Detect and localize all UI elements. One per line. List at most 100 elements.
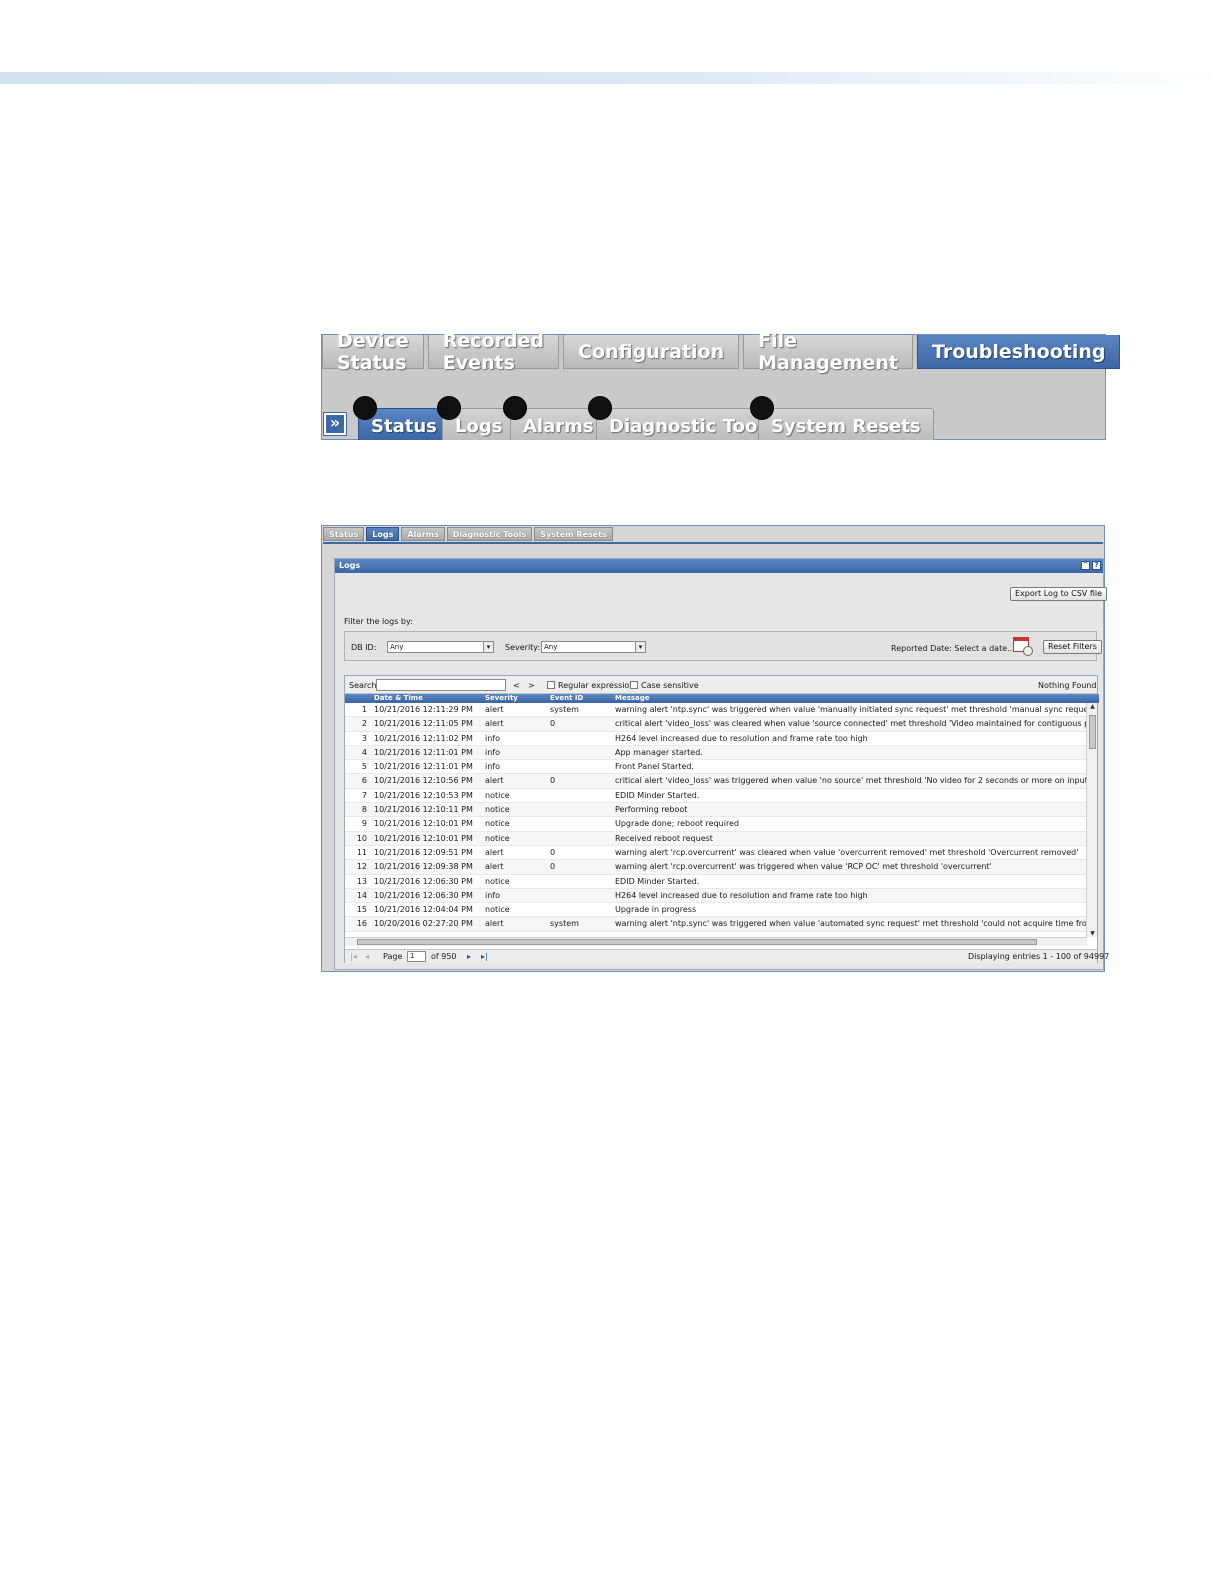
last-page-icon[interactable]: ▸| — [481, 952, 488, 961]
page-number-input[interactable]: 1 — [407, 951, 426, 962]
table-row[interactable]: 4 10/21/2016 12:11:01 PM info App manager s… — [345, 745, 1087, 761]
calendar-icon[interactable] — [1013, 637, 1033, 656]
expand-icon[interactable]: » — [323, 412, 347, 436]
row-message: critical alert 'video_loss' was cleared … — [615, 719, 1087, 729]
row-date-time: 10/21/2016 12:10:11 PM — [374, 805, 473, 815]
search-prev-button[interactable]: < — [513, 681, 520, 690]
reported-date-label[interactable]: Reported Date: Select a date... — [891, 644, 1015, 653]
table-row[interactable]: 3 10/21/2016 12:11:02 PM info H264 level in… — [345, 732, 1087, 746]
row-severity: alert — [485, 919, 504, 929]
tab-system-resets[interactable]: System Resets — [534, 527, 613, 541]
tab-diagnostic-tools[interactable]: Diagnostic Tools — [446, 527, 533, 541]
row-message: H264 level increased due to resolution a… — [615, 890, 868, 900]
row-message: H264 level increased due to resolution a… — [615, 733, 868, 743]
row-severity: info — [485, 747, 501, 757]
tab-troubleshooting[interactable]: Troubleshooting — [916, 335, 1121, 369]
table-row[interactable]: 13 10/21/2016 12:06:30 PM notice EDID Minde… — [345, 875, 1087, 889]
tab-device-status[interactable]: Device Status — [322, 330, 424, 374]
row-event-id: 0 — [550, 862, 556, 872]
tab-file-management[interactable]: File Management — [743, 330, 913, 374]
row-severity: alert — [485, 776, 504, 786]
row-event-id: system — [550, 705, 579, 714]
row-date-time: 10/21/2016 12:04:04 PM — [374, 905, 473, 915]
table-row[interactable]: 15 10/21/2016 12:04:04 PM notice Upgrade in… — [345, 903, 1087, 918]
col-date-time[interactable]: Date & Time — [374, 694, 423, 703]
logs-grid: Search < > Regular expression Case sensi… — [344, 675, 1109, 963]
table-row[interactable]: 16 10/20/2016 02:27:20 PM alert system warni… — [345, 917, 1087, 932]
panel-header: Logs ^ ? — [335, 559, 1103, 573]
case-sensitive-label: Case sensitive — [641, 681, 699, 690]
col-message[interactable]: Message — [615, 694, 650, 703]
page-label: Page — [383, 952, 403, 961]
table-row[interactable]: 11 10/21/2016 12:09:51 PM alert 0 warning al… — [345, 846, 1087, 861]
chevron-down-icon: ▾ — [635, 642, 645, 652]
callout-marker — [437, 396, 461, 420]
db-id-select[interactable]: Any ▾ — [387, 641, 494, 653]
search-next-button[interactable]: > — [528, 681, 535, 690]
row-message: Performing reboot — [615, 805, 688, 815]
row-number: 12 — [356, 862, 367, 872]
row-event-id: system — [550, 919, 579, 929]
callout-marker — [503, 396, 527, 420]
table-row[interactable]: 6 10/21/2016 12:10:56 PM alert 0 critical al… — [345, 774, 1087, 789]
prev-page-icon[interactable]: ◂ — [365, 952, 369, 961]
help-icon[interactable]: ? — [1092, 561, 1101, 570]
db-id-label: DB ID: — [351, 643, 377, 652]
case-sensitive-checkbox[interactable] — [630, 681, 638, 689]
row-severity: alert — [485, 862, 504, 872]
row-message: App manager started. — [615, 747, 703, 757]
row-date-time: 10/20/2016 02:27:20 PM — [374, 919, 473, 929]
severity-select[interactable]: Any ▾ — [541, 641, 646, 653]
export-csv-button[interactable]: Export Log to CSV file — [1010, 587, 1107, 601]
table-row[interactable]: 5 10/21/2016 12:11:01 PM info Front Panel S… — [345, 760, 1087, 775]
row-date-time: 10/21/2016 12:11:02 PM — [374, 733, 473, 743]
horizontal-scrollbar[interactable] — [345, 937, 1087, 946]
row-number: 13 — [356, 876, 367, 886]
top-header-rule — [0, 72, 1224, 84]
scroll-thumb[interactable] — [357, 939, 1037, 945]
row-message: warning alert 'ntp.sync' was triggered w… — [615, 705, 1087, 714]
tab-logs[interactable]: Logs — [366, 527, 400, 541]
row-date-time: 10/21/2016 12:06:30 PM — [374, 890, 473, 900]
severity-value: Any — [544, 643, 558, 651]
table-row[interactable]: 8 10/21/2016 12:10:11 PM notice Performing … — [345, 803, 1087, 818]
row-date-time: 10/21/2016 12:10:53 PM — [374, 790, 473, 800]
row-severity: alert — [485, 705, 504, 714]
col-severity[interactable]: Severity — [485, 694, 518, 703]
scroll-down-icon[interactable]: ▼ — [1087, 930, 1098, 937]
subtab-system-resets[interactable]: System Resets — [758, 408, 934, 440]
scroll-up-icon[interactable]: ▲ — [1087, 703, 1098, 710]
row-severity: notice — [485, 790, 510, 800]
tab-alarms[interactable]: Alarms — [401, 527, 445, 541]
table-row[interactable]: 2 10/21/2016 12:11:05 PM alert 0 critical al… — [345, 717, 1087, 732]
main-tabs: Device Status Recorded Events Configurat… — [322, 330, 1124, 374]
table-row[interactable]: 7 10/21/2016 12:10:53 PM notice EDID Minder… — [345, 789, 1087, 804]
reset-filters-button[interactable]: Reset Filters — [1043, 640, 1102, 654]
row-message: EDID Minder Started. — [615, 876, 700, 886]
tab-configuration[interactable]: Configuration — [563, 335, 740, 369]
table-row[interactable]: 10 10/21/2016 12:10:01 PM notice Received r… — [345, 831, 1087, 846]
table-row[interactable]: 12 10/21/2016 12:09:38 PM alert 0 warning al… — [345, 860, 1087, 875]
first-page-icon[interactable]: |◂ — [350, 952, 357, 961]
tab-underline — [323, 542, 1103, 544]
table-row[interactable]: 14 10/21/2016 12:06:30 PM info H264 level i… — [345, 888, 1087, 904]
filter-label: Filter the logs by: — [344, 617, 413, 626]
search-input[interactable] — [376, 679, 506, 691]
table-row[interactable]: 1 10/21/2016 12:11:29 PM alert system warnin… — [345, 703, 1087, 718]
col-event-id[interactable]: Event ID — [550, 694, 583, 703]
tab-status[interactable]: Status — [323, 527, 365, 541]
vertical-scrollbar[interactable]: ▲ ▼ — [1086, 703, 1097, 937]
row-message: warning alert 'ntp.sync' was triggered w… — [615, 919, 1087, 929]
tab-recorded-events[interactable]: Recorded Events — [427, 330, 560, 374]
regex-checkbox[interactable] — [547, 681, 555, 689]
log-rows: 1 10/21/2016 12:11:29 PM alert system warnin… — [345, 703, 1087, 937]
row-date-time: 10/21/2016 12:11:01 PM — [374, 747, 473, 757]
collapse-icon[interactable]: ^ — [1081, 561, 1090, 570]
table-row[interactable]: 9 10/21/2016 12:10:01 PM notice Upgrade don… — [345, 817, 1087, 832]
row-severity: info — [485, 762, 501, 772]
row-date-time: 10/21/2016 12:11:29 PM — [374, 705, 473, 714]
scroll-thumb[interactable] — [1089, 715, 1096, 749]
row-number: 6 — [361, 776, 367, 786]
next-page-icon[interactable]: ▸ — [467, 952, 471, 961]
row-event-id: 0 — [550, 847, 556, 857]
